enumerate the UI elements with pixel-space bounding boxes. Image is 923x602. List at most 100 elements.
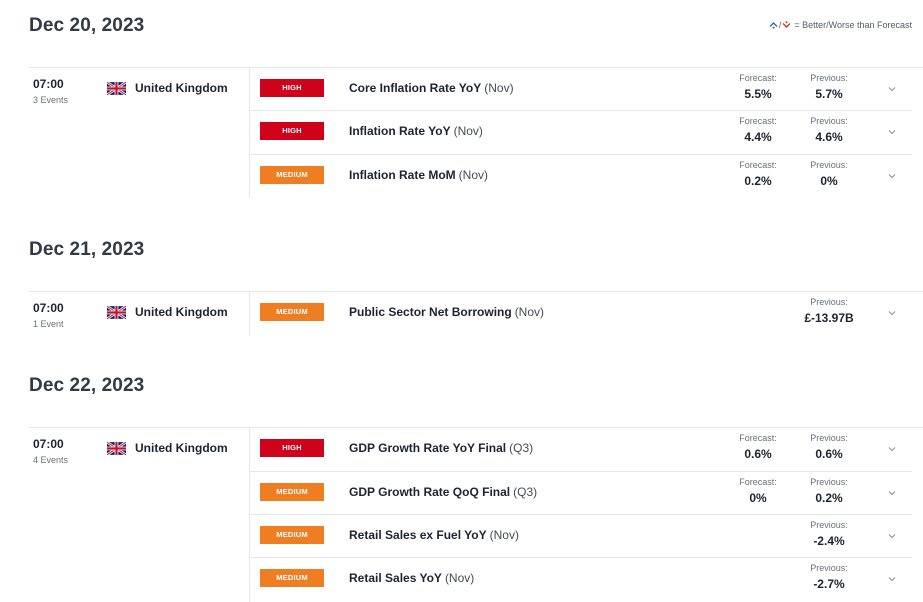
uk-flag-icon	[107, 305, 126, 319]
event-title: Retail Sales YoY (Nov)	[349, 571, 474, 585]
impact-badge: MEDIUM	[260, 569, 324, 587]
forecast-label: Forecast:	[739, 477, 777, 487]
event-period: (Nov)	[489, 528, 519, 542]
previous-value: 0%	[820, 174, 838, 188]
event-name: GDP Growth Rate YoY Final	[349, 441, 507, 455]
event-row[interactable]: HIGH Inflation Rate YoY (Nov) Forecast: 4.…	[250, 110, 912, 153]
previous-value: -2.4%	[813, 534, 845, 548]
time-block: 07:00 1 Event	[33, 301, 64, 329]
previous-label: Previous:	[810, 160, 848, 170]
country-name: United Kingdom	[135, 305, 228, 319]
event-count: 4 Events	[33, 455, 69, 465]
chevron-down-icon[interactable]	[887, 84, 897, 94]
previous-label: Previous:	[810, 520, 848, 530]
time-block: 07:00 4 Events	[33, 437, 68, 465]
event-name: Inflation Rate MoM	[349, 168, 456, 182]
previous: Previous: 0.2%	[800, 477, 858, 505]
forecast: Forecast: 5.5%	[737, 73, 779, 101]
event-time: 07:00	[33, 437, 64, 451]
country-name: United Kingdom	[135, 441, 228, 455]
previous: Previous: £-13.97B	[800, 297, 858, 325]
worse-arrow-icon	[782, 21, 791, 28]
time-block: 07:00 3 Events	[33, 77, 68, 105]
day-date: Dec 22, 2023	[29, 375, 145, 396]
forecast-label: Forecast:	[739, 73, 777, 83]
event-period: (Q3)	[509, 441, 534, 455]
day-date: Dec 20, 2023	[29, 15, 145, 36]
event-title: GDP Growth Rate QoQ Final (Q3)	[349, 485, 537, 499]
chevron-down-icon[interactable]	[887, 574, 897, 584]
previous-label: Previous:	[810, 116, 848, 126]
event-row[interactable]: MEDIUM Public Sector Net Borrowing (Nov) …	[250, 291, 912, 334]
previous-label: Previous:	[810, 297, 848, 307]
event-period: (Q3)	[513, 485, 538, 499]
event-row[interactable]: MEDIUM GDP Growth Rate QoQ Final (Q3) For…	[250, 471, 912, 514]
previous: Previous: -2.7%	[800, 563, 858, 591]
chevron-down-icon[interactable]	[887, 531, 897, 541]
event-count: 1 Event	[33, 319, 64, 329]
chevron-down-icon[interactable]	[887, 171, 897, 181]
impact-badge: HIGH	[260, 122, 324, 140]
legend-text: = Better/Worse than Forecast	[794, 20, 912, 30]
country: United Kingdom	[107, 305, 228, 319]
previous-label: Previous:	[810, 477, 848, 487]
forecast-label: Forecast:	[739, 116, 777, 126]
event-name: Retail Sales YoY	[349, 571, 442, 585]
previous: Previous: 0%	[800, 160, 858, 188]
impact-badge: MEDIUM	[260, 303, 324, 321]
previous: Previous: 4.6%	[800, 116, 858, 144]
event-title: Public Sector Net Borrowing (Nov)	[349, 305, 544, 319]
uk-flag-icon	[107, 81, 126, 95]
event-time: 07:00	[33, 77, 64, 91]
event-row[interactable]: MEDIUM Inflation Rate MoM (Nov) Forecast:…	[250, 154, 912, 197]
event-period: (Nov)	[484, 81, 514, 95]
impact-badge: MEDIUM	[260, 166, 324, 184]
chevron-down-icon[interactable]	[887, 127, 897, 137]
uk-flag-icon	[107, 441, 126, 455]
event-period: (Nov)	[444, 571, 475, 585]
event-name: Inflation Rate YoY	[349, 124, 451, 138]
previous-label: Previous:	[810, 433, 848, 443]
forecast-value: 0%	[749, 491, 767, 505]
forecast-value: 0.2%	[744, 174, 772, 188]
chevron-down-icon[interactable]	[887, 444, 897, 454]
chevron-down-icon[interactable]	[887, 308, 897, 318]
previous-value: 4.6%	[815, 130, 843, 144]
country-name: United Kingdom	[135, 81, 228, 95]
forecast-label: Forecast:	[739, 433, 777, 443]
impact-badge: HIGH	[260, 79, 324, 97]
row-divider	[250, 514, 912, 515]
event-title: GDP Growth Rate YoY Final (Q3)	[349, 441, 533, 455]
forecast-value: 5.5%	[744, 87, 772, 101]
forecast: Forecast: 0%	[737, 477, 779, 505]
event-name: Public Sector Net Borrowing	[349, 305, 512, 319]
row-divider	[250, 110, 912, 111]
event-name: Retail Sales ex Fuel YoY	[349, 528, 487, 542]
event-row[interactable]: MEDIUM Retail Sales ex Fuel YoY (Nov) Pre…	[250, 514, 912, 557]
previous-value: £-13.97B	[804, 311, 854, 325]
event-row[interactable]: HIGH GDP Growth Rate YoY Final (Q3) Forec…	[250, 427, 912, 470]
event-period: (Nov)	[458, 168, 489, 182]
row-divider	[250, 471, 912, 472]
event-row[interactable]: HIGH Core Inflation Rate YoY (Nov) Foreca…	[250, 67, 912, 110]
event-title: Inflation Rate MoM (Nov)	[349, 168, 488, 182]
previous: Previous: 5.7%	[800, 73, 858, 101]
previous-label: Previous:	[810, 73, 848, 83]
event-count: 3 Events	[33, 95, 69, 105]
event-title: Inflation Rate YoY (Nov)	[349, 124, 483, 138]
impact-badge: MEDIUM	[260, 526, 324, 544]
event-period: (Nov)	[514, 305, 545, 319]
event-name: GDP Growth Rate QoQ Final	[349, 485, 511, 499]
event-row[interactable]: MEDIUM Retail Sales YoY (Nov) Previous: -2…	[250, 557, 912, 600]
chevron-down-icon[interactable]	[887, 488, 897, 498]
event-period: (Nov)	[453, 124, 483, 138]
forecast: Forecast: 4.4%	[737, 116, 779, 144]
country: United Kingdom	[107, 441, 228, 455]
better-arrow-icon	[769, 22, 778, 29]
impact-badge: HIGH	[260, 439, 324, 457]
previous: Previous: 0.6%	[800, 433, 858, 461]
forecast: Forecast: 0.6%	[737, 433, 779, 461]
previous-label: Previous:	[810, 563, 848, 573]
previous-value: -2.7%	[813, 577, 845, 591]
event-title: Core Inflation Rate YoY (Nov)	[349, 81, 514, 95]
